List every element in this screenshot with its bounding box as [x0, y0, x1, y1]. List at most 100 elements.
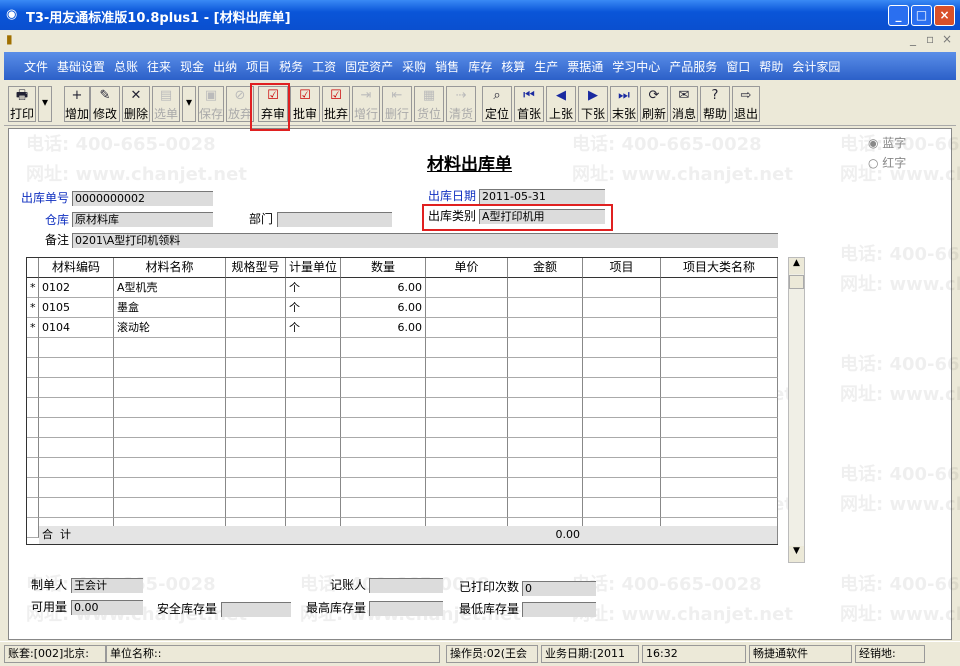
grid-cell[interactable]	[508, 338, 583, 358]
child-close-button[interactable]: ×	[942, 32, 952, 46]
grid-cell[interactable]	[39, 378, 114, 398]
grid-cell[interactable]	[226, 458, 286, 478]
red-radio[interactable]: ○ 红字	[868, 154, 906, 171]
grid-cell[interactable]	[426, 498, 508, 518]
grid-cell[interactable]	[426, 438, 508, 458]
grid-cell[interactable]	[286, 398, 341, 418]
menu-item[interactable]: 生产	[534, 58, 558, 75]
grid-cell[interactable]	[114, 338, 226, 358]
grid-cell[interactable]	[226, 478, 286, 498]
grid-cell[interactable]	[286, 358, 341, 378]
menu-item[interactable]: 学习中心	[612, 58, 660, 75]
grid-cell[interactable]	[661, 498, 778, 518]
grid-cell[interactable]	[39, 438, 114, 458]
grid-cell[interactable]	[114, 358, 226, 378]
add-button[interactable]: + 增加	[64, 86, 90, 122]
column-header[interactable]: 材料编码	[39, 258, 114, 278]
grid-cell[interactable]	[583, 478, 661, 498]
grid-cell[interactable]	[426, 318, 508, 338]
menu-item[interactable]: 库存	[468, 58, 492, 75]
grid-cell[interactable]	[341, 398, 426, 418]
menu-item[interactable]: 帮助	[759, 58, 783, 75]
grid-cell[interactable]	[39, 498, 114, 518]
menu-item[interactable]: 产品服务	[669, 58, 717, 75]
grid-cell[interactable]: 0104	[39, 318, 114, 338]
grid-cell[interactable]	[286, 338, 341, 358]
grid-cell[interactable]	[583, 378, 661, 398]
grid-cell[interactable]	[39, 418, 114, 438]
grid-cell[interactable]	[508, 318, 583, 338]
grid-cell[interactable]	[583, 278, 661, 298]
doc-no-field[interactable]: 0000000002	[72, 191, 213, 206]
column-header[interactable]: 材料名称	[114, 258, 226, 278]
grid-cell[interactable]	[39, 478, 114, 498]
grid-cell[interactable]	[508, 398, 583, 418]
delete-row-button[interactable]: ⇤ 删行	[382, 86, 412, 122]
grid-cell[interactable]	[226, 278, 286, 298]
menu-item[interactable]: 总账	[114, 58, 138, 75]
grid-cell[interactable]: 个	[286, 318, 341, 338]
grid-cell[interactable]	[341, 358, 426, 378]
grid-cell[interactable]	[508, 298, 583, 318]
grid-cell[interactable]: 6.00	[341, 278, 426, 298]
grid-cell[interactable]	[341, 338, 426, 358]
menu-item[interactable]: 核算	[501, 58, 525, 75]
menu-item[interactable]: 固定资产	[345, 58, 393, 75]
select-button[interactable]: ▤ 选单	[152, 86, 180, 122]
grid-cell[interactable]	[661, 278, 778, 298]
menu-item[interactable]: 采购	[402, 58, 426, 75]
grid-cell[interactable]	[286, 418, 341, 438]
grid-cell[interactable]	[583, 338, 661, 358]
print-dropdown[interactable]: ▾	[38, 86, 52, 122]
child-minimize-button[interactable]: _	[910, 32, 916, 46]
grid-cell[interactable]	[661, 298, 778, 318]
grid-cell[interactable]	[226, 318, 286, 338]
grid-cell[interactable]	[661, 418, 778, 438]
first-button[interactable]: ⏮ 首张	[514, 86, 544, 122]
grid-cell[interactable]	[39, 398, 114, 418]
batch-unapprove-button[interactable]: ☑ 批弃	[322, 86, 350, 122]
menu-item[interactable]: 基础设置	[57, 58, 105, 75]
grid-cell[interactable]	[508, 358, 583, 378]
message-button[interactable]: ✉ 消息	[670, 86, 698, 122]
scroll-up-icon[interactable]: ▲	[789, 258, 804, 274]
grid-cell[interactable]	[508, 378, 583, 398]
grid-cell[interactable]	[508, 278, 583, 298]
delete-button[interactable]: ✕ 删除	[122, 86, 150, 122]
locate-button[interactable]: ⌕ 定位	[482, 86, 512, 122]
grid-cell[interactable]	[426, 418, 508, 438]
child-restore-button[interactable]: ▫	[926, 32, 934, 46]
grid-cell[interactable]: 滚动轮	[114, 318, 226, 338]
grid-cell[interactable]	[661, 338, 778, 358]
blue-radio[interactable]: ◉ 蓝字	[868, 134, 906, 151]
grid-cell[interactable]	[583, 318, 661, 338]
grid-cell[interactable]	[508, 458, 583, 478]
grid-cell[interactable]	[583, 498, 661, 518]
scroll-down-icon[interactable]: ▼	[789, 546, 804, 562]
grid-cell[interactable]	[583, 398, 661, 418]
grid-cell[interactable]	[114, 378, 226, 398]
grid-cell[interactable]	[286, 378, 341, 398]
grid-cell[interactable]	[508, 418, 583, 438]
grid-cell[interactable]	[583, 438, 661, 458]
column-header[interactable]: 规格型号	[226, 258, 286, 278]
grid-cell[interactable]	[661, 318, 778, 338]
grid-cell[interactable]	[341, 438, 426, 458]
grid-cell[interactable]	[226, 298, 286, 318]
grid-cell[interactable]	[583, 418, 661, 438]
grid-cell[interactable]	[39, 338, 114, 358]
grid-cell[interactable]	[286, 438, 341, 458]
menu-item[interactable]: 出纳	[213, 58, 237, 75]
column-header[interactable]: 项目	[583, 258, 661, 278]
grid-cell[interactable]: 6.00	[341, 318, 426, 338]
grid-cell[interactable]	[426, 398, 508, 418]
memo-field[interactable]: 0201\A型打印机领料	[72, 233, 778, 248]
column-header[interactable]: 金额	[508, 258, 583, 278]
grid-cell[interactable]	[661, 398, 778, 418]
batch-approve-button[interactable]: ☑ 批审	[290, 86, 320, 122]
close-button[interactable]: ×	[934, 5, 955, 26]
grid-cell[interactable]	[114, 418, 226, 438]
location-button[interactable]: ▦ 货位	[414, 86, 444, 122]
last-button[interactable]: ⏭ 末张	[610, 86, 638, 122]
add-row-button[interactable]: ⇥ 增行	[352, 86, 380, 122]
